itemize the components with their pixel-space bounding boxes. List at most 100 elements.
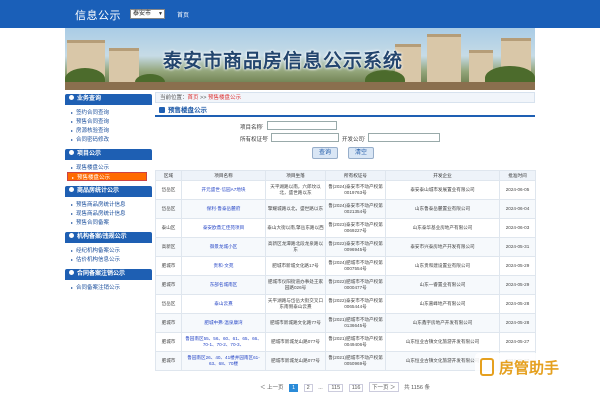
- sidebar-item-broker-filing[interactable]: 经纪机构备案公示: [71, 246, 152, 255]
- cell-project-link[interactable]: 鲁园南区55、56、60、61、65、66、70-1、70-2、70-3、: [181, 332, 266, 352]
- cell-area: 肥城市: [155, 256, 182, 276]
- cell-date: 2024-05-28: [499, 294, 536, 314]
- page-116-button[interactable]: 116: [348, 384, 364, 392]
- owner-cert-input[interactable]: [271, 133, 339, 142]
- sidebar-item-contract-cancel[interactable]: 合同备案注销公示: [71, 283, 152, 292]
- sidebar-section-agencies: 机构备案/违规公示: [65, 232, 152, 243]
- developer-label: 开发公司: [342, 137, 365, 143]
- cell-project-link[interactable]: 贵和·文苑: [181, 256, 266, 276]
- breadcrumb: 当前位置：首页 >> 预售楼盘公示: [155, 92, 535, 103]
- sidebar-item-presale-stats[interactable]: 预售商品房统计信息: [71, 200, 152, 209]
- query-button[interactable]: 查询: [312, 147, 338, 159]
- cell-cert: 鲁(2021)肥城市不动产权第0050969号: [325, 351, 386, 371]
- cell-project-link[interactable]: 东部名城南区: [181, 275, 266, 295]
- bullet-icon: [69, 150, 74, 155]
- project-name-label: 项目名称: [240, 125, 263, 131]
- page-ellipsis: ...: [318, 385, 323, 391]
- cell-project-link[interactable]: 肥城中弗·温泉康湾: [181, 313, 266, 333]
- sidebar-item-presale-contract-query[interactable]: 预售合同查询: [71, 117, 152, 126]
- cell-date: 2024-06-04: [499, 199, 536, 219]
- cell-developer: 山东鑫宇房地产开发有限公司: [385, 313, 500, 333]
- cell-date: 2024-05-29: [499, 275, 536, 295]
- cell-area: 岱岳区: [155, 294, 182, 314]
- cell-project-link[interactable]: 开元盛世·信园A7地块: [181, 180, 266, 200]
- cell-area: 岱岳区: [155, 199, 182, 219]
- cell-date: 2024-05-31: [499, 237, 536, 257]
- housing-assistant-logo-icon: [480, 358, 494, 376]
- owner-cert-label: 所有权证号: [240, 137, 268, 143]
- column-header: 批准时间: [499, 170, 536, 181]
- developer-input[interactable]: [368, 133, 440, 142]
- sidebar-section-business: 业务查询: [65, 94, 152, 105]
- cell-date: 2024-05-28: [499, 313, 536, 333]
- cell-project-link[interactable]: 鲁园南区26、40、41楼并园南区61-63、68、70楼: [181, 351, 266, 371]
- cell-project-link[interactable]: 保利·鲁泰岳麓府: [181, 199, 266, 219]
- cell-project-link[interactable]: 泰山云熹: [181, 294, 266, 314]
- cell-date: 2024-06-05: [499, 180, 536, 200]
- sidebar-item-house-verify-query[interactable]: 房源核验查询: [71, 126, 152, 135]
- watermark-text: 房管助手: [499, 360, 560, 377]
- cell-date: 2024-05-27: [499, 332, 536, 352]
- city-select[interactable]: 泰安市 ▼: [130, 9, 165, 19]
- page-1-button[interactable]: 1: [289, 384, 299, 392]
- cell-location: 高新区龙潭路北段龙泉路以东: [265, 237, 326, 257]
- cell-developer: 山东嘉峰地产有限公司: [385, 294, 500, 314]
- table-row: 肥城市 鲁园南区55、56、60、61、65、66、70-1、70-2、70-3…: [155, 332, 536, 352]
- column-header: 开发企业: [385, 170, 500, 181]
- table-row: 肥城市 贵和·文苑 肥城市新城文化路17号 鲁(2024)肥城市不动产权第000…: [155, 256, 536, 276]
- clear-button[interactable]: 清空: [348, 147, 374, 159]
- cell-location: 泰山大街以南,擎岳东路以西: [265, 218, 326, 238]
- cell-project-link[interactable]: 御景龙城小区: [181, 237, 266, 257]
- cell-developer: 泰安泰山城市发展置业有限公司: [385, 180, 500, 200]
- sidebar-item-appraiser-info[interactable]: 估价机构信息公示: [71, 255, 152, 264]
- page-115-button[interactable]: 115: [328, 384, 344, 392]
- home-link[interactable]: 首页: [177, 10, 189, 19]
- house-icon: [159, 107, 165, 113]
- table-header-row: 区域 项目名称 项目坐落 所有权证号 开发企业 批准时间: [155, 170, 536, 181]
- table-row: 岱岳区 保利·鲁泰岳麓府 擎耀城路以北，盛世路以东 鲁(2024)泰安市不动产权…: [155, 199, 536, 219]
- cell-cert: 鲁(2024)肥城市不动产权第0007554号: [325, 256, 386, 276]
- cell-location: 肥城市新城文化路17号: [265, 256, 326, 276]
- cell-location: 肥城市新城路文化路77号: [265, 313, 326, 333]
- cell-developer: 山东一睿置业有限公司: [385, 275, 500, 295]
- sidebar-item-sign-contract-query[interactable]: 签约合同查询: [71, 108, 152, 117]
- table-row: 岱岳区 开元盛世·信园A7地块 天平湖路以南，六郎坟以北，盛世路以东 鲁(202…: [155, 180, 536, 200]
- banner-title: 泰安市商品房信息公示系统: [163, 51, 404, 72]
- breadcrumb-current: 预售楼盘公示: [208, 95, 242, 101]
- sidebar-item-current-stats[interactable]: 现售商品房统计信息: [71, 209, 152, 218]
- cell-date: 2024-05-29: [499, 256, 536, 276]
- next-page-button[interactable]: 下一页 ＞: [369, 382, 399, 392]
- bullet-icon: [69, 95, 74, 100]
- presale-table: 区域 项目名称 项目坐落 所有权证号 开发企业 批准时间 岱岳区 开元盛世·信园…: [155, 170, 536, 371]
- search-form: 项目名称: 所有权证号: 开发公司: 查询 清空: [155, 117, 535, 162]
- top-navbar: 信息公示 泰安市 ▼ 首页: [0, 0, 600, 28]
- prev-page-button[interactable]: ＜ 上一页: [260, 383, 284, 391]
- table-row: 肥城市 肥城中弗·温泉康湾 肥城市新城路文化路77号 鲁(2021)肥城市不动产…: [155, 313, 536, 333]
- cell-cert: 鲁(2022)泰安市不动产权第0096945号: [325, 237, 386, 257]
- cell-developer: 山东鲁泰岳麓置业有限公司: [385, 199, 500, 219]
- brand-title: 信息公示: [75, 10, 121, 22]
- sidebar-item-presale[interactable]: 预售楼盘公示: [67, 172, 147, 181]
- sidebar-section-cancel: 合同备案注销公示: [65, 269, 152, 280]
- breadcrumb-home[interactable]: 首页: [188, 95, 199, 101]
- bullet-icon: [69, 187, 74, 192]
- city-select-value: 泰安市: [133, 11, 152, 17]
- project-name-input[interactable]: [267, 121, 337, 130]
- cell-location: 天平湖路与岱岳大街交叉口东南侧泰山云熹: [265, 294, 326, 314]
- cell-developer: 泰安市兴泰房地产开发有限公司: [385, 237, 500, 257]
- cell-location: 擎耀城路以北，盛世路以东: [265, 199, 326, 219]
- cell-cert: 鲁(2022)肥城市不动产权第0000477号: [325, 275, 386, 295]
- column-header: 项目坐落: [265, 170, 326, 181]
- cell-cert: 鲁(2021)肥城市不动产权第0049406号: [325, 332, 386, 352]
- cell-developer: 山东泰华基业房地产有限公司: [385, 218, 500, 238]
- watermark: 房管助手: [475, 353, 593, 381]
- cell-area: 肥城市: [155, 275, 182, 295]
- bullet-icon: [69, 270, 74, 275]
- sidebar-item-presale-contract-filing[interactable]: 预售合同备案: [71, 218, 152, 227]
- sidebar-item-contract-password[interactable]: 合同密码修改: [71, 135, 152, 144]
- page-2-button[interactable]: 2: [303, 384, 313, 392]
- sidebar-item-current-sale[interactable]: 现售楼盘公示: [71, 163, 152, 172]
- cell-area: 肥城市: [155, 313, 182, 333]
- cell-project-link[interactable]: 泰安欧鼎汇佳苑项目: [181, 218, 266, 238]
- sidebar: 业务查询 签约合同查询 预售合同查询 房源核验查询 合同密码修改 项目公示 现售…: [65, 92, 152, 295]
